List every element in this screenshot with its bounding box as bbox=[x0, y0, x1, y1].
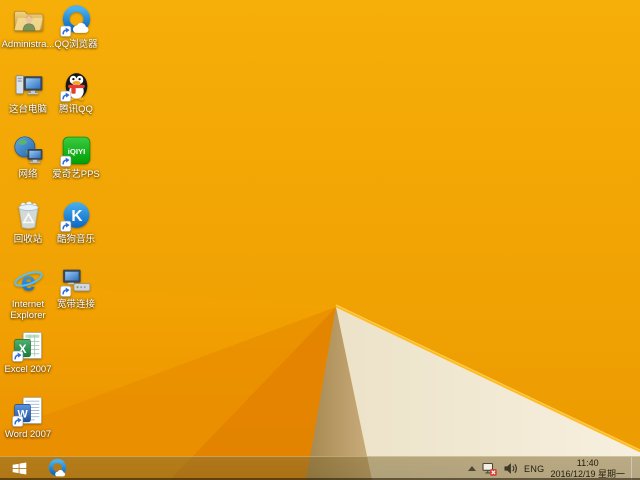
network-error-icon[interactable] bbox=[482, 461, 497, 476]
excel-icon: X bbox=[11, 332, 42, 362]
internet-explorer-icon: e bbox=[13, 266, 43, 296]
svg-text:iQIYI: iQIYI bbox=[67, 147, 85, 156]
volume-icon[interactable] bbox=[503, 461, 518, 476]
desktop-icon-iqiyi-pps[interactable]: iQIYI 爱奇艺PPS bbox=[49, 134, 103, 180]
svg-text:K: K bbox=[71, 208, 83, 225]
recycle-bin-icon bbox=[17, 201, 39, 229]
desktop-icon-label: Word 2007 bbox=[4, 429, 52, 440]
start-button[interactable] bbox=[0, 457, 38, 480]
desktop-icon-label: Excel 2007 bbox=[4, 364, 52, 375]
desktop-icon-label: Internet Explorer bbox=[10, 299, 46, 321]
desktop-icon-label: 酷狗音乐 bbox=[56, 234, 95, 245]
desktop-icon-qq-browser[interactable]: QQ浏览器 bbox=[49, 4, 103, 50]
desktop-icon-broadband[interactable]: 宽带连接 bbox=[49, 264, 103, 310]
taskbar-pinned-qq-browser[interactable] bbox=[42, 457, 72, 480]
qq-browser-icon bbox=[59, 4, 93, 37]
desktop-icon-label: Administra... bbox=[1, 39, 55, 50]
network-globe-icon bbox=[13, 136, 42, 164]
desktop-icon-this-pc[interactable]: 这台电脑 bbox=[1, 69, 55, 115]
clock-date: 2016/12/19 星期一 bbox=[550, 468, 625, 479]
qq-penguin-icon bbox=[59, 73, 87, 102]
desktop-icon-label: 这台电脑 bbox=[8, 104, 47, 115]
system-tray: ENG 11:40 2016/12/19 星期一 bbox=[468, 457, 640, 480]
desktop-icon-excel-2007[interactable]: X Excel 2007 bbox=[1, 329, 55, 375]
desktop-icon-tencent-qq[interactable]: 腾讯QQ bbox=[49, 69, 103, 115]
desktop-icon-label: 回收站 bbox=[13, 234, 43, 245]
iqiyi-pps-icon: iQIYI bbox=[59, 136, 90, 167]
desktop-icon-network[interactable]: 网络 bbox=[1, 134, 55, 180]
desktop-icon-label: 爱奇艺PPS bbox=[52, 169, 100, 180]
desktop-icon-label: QQ浏览器 bbox=[54, 39, 98, 50]
clock-time: 11:40 bbox=[576, 458, 599, 468]
show-hidden-icons-button[interactable] bbox=[468, 466, 477, 471]
kugou-music-icon: K bbox=[59, 202, 89, 232]
this-pc-icon bbox=[15, 75, 42, 95]
desktop-icon-word-2007[interactable]: W Word 2007 bbox=[1, 394, 55, 440]
desktop-icon-label: 网络 bbox=[18, 169, 38, 180]
qq-browser-icon bbox=[47, 458, 68, 479]
windows-logo-icon bbox=[12, 462, 26, 475]
desktop-icon-kugou-music[interactable]: K 酷狗音乐 bbox=[49, 199, 103, 245]
show-desktop-button[interactable] bbox=[631, 457, 636, 480]
language-indicator[interactable]: ENG bbox=[524, 464, 544, 474]
desktop-icon-recycle-bin[interactable]: 回收站 bbox=[1, 199, 55, 245]
broadband-connection-icon bbox=[59, 269, 90, 297]
desktop-icon-internet-explorer[interactable]: e Internet Explorer bbox=[1, 264, 55, 321]
user-folder-icon bbox=[13, 11, 43, 32]
word-icon: W bbox=[11, 397, 42, 427]
windows-desktop: Administra... 这台电脑 网络 回收站 e Internet Exp… bbox=[0, 0, 640, 480]
desktop-icon-label: 腾讯QQ bbox=[59, 104, 93, 115]
desktop-icon-administrator[interactable]: Administra... bbox=[1, 4, 55, 50]
desktop-icon-label: 宽带连接 bbox=[56, 299, 95, 310]
taskbar-clock[interactable]: 11:40 2016/12/19 星期一 bbox=[550, 458, 625, 479]
taskbar: ENG 11:40 2016/12/19 星期一 bbox=[0, 456, 640, 480]
